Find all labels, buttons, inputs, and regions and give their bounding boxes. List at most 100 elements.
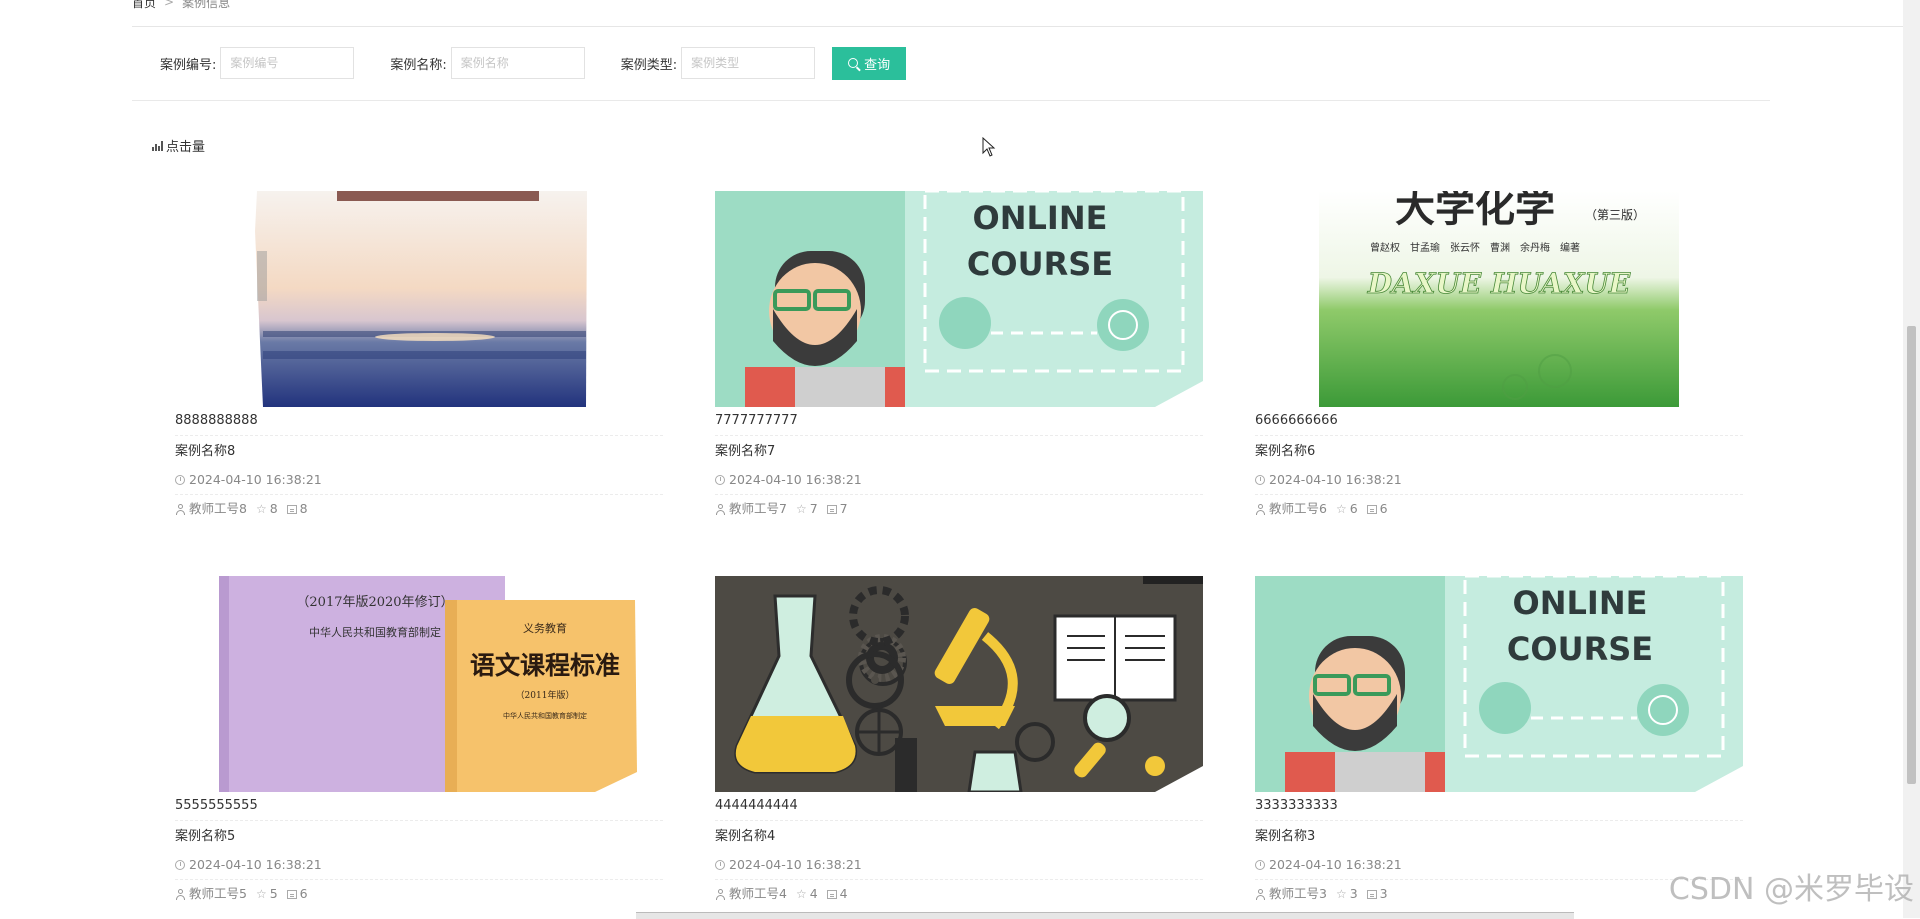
case-card[interactable]: ONLINE COURSE 3333333333 案例名称3 2024-04-1…	[1255, 576, 1743, 908]
search-icon	[848, 58, 859, 68]
svg-text:COURSE: COURSE	[1507, 630, 1653, 668]
star-icon: ☆	[255, 887, 267, 901]
svg-text:COURSE: COURSE	[967, 245, 1113, 283]
svg-text:中华人民共和国教育部制定: 中华人民共和国教育部制定	[309, 625, 441, 639]
user-icon	[175, 503, 186, 515]
svg-text:ONLINE: ONLINE	[1513, 584, 1648, 622]
vertical-scrollbar[interactable]	[1903, 0, 1920, 918]
case-code: 7777777777	[715, 407, 1203, 436]
breadcrumb-current: 案例信息	[182, 0, 231, 10]
case-stars: 6	[1349, 501, 1358, 516]
star-icon: ☆	[795, 502, 807, 516]
comment-icon	[1366, 889, 1377, 899]
comment-icon	[826, 889, 837, 899]
case-comments: 8	[299, 501, 308, 516]
case-code-input[interactable]	[220, 47, 355, 79]
case-card[interactable]: 4444444444 案例名称4 2024-04-10 16:38:21 教师工…	[715, 576, 1203, 908]
comment-icon	[826, 504, 837, 514]
svg-text:大学化学: 大学化学	[1395, 191, 1555, 231]
case-comments: 6	[299, 886, 308, 901]
case-name-label: 案例名称:	[390, 57, 447, 73]
case-image[interactable]: （2017年版2020年修订） 中华人民共和国教育部制定 义务教育 语文课程标准…	[175, 576, 663, 792]
clock-icon	[175, 475, 185, 485]
case-code-label: 案例编号:	[160, 57, 217, 73]
case-time-text: 2024-04-10 16:38:21	[189, 472, 322, 487]
case-code: 5555555555	[175, 792, 663, 821]
sort-by-clicks[interactable]: 点击量	[152, 136, 205, 155]
case-card[interactable]: （2017年版2020年修订） 中华人民共和国教育部制定 义务教育 语文课程标准…	[175, 576, 663, 908]
case-comments: 6	[1379, 501, 1388, 516]
watermark: CSDN @米罗毕设	[1668, 872, 1914, 907]
star-icon: ☆	[255, 502, 267, 516]
case-card[interactable]: 8888888888 案例名称8 2024-04-10 16:38:21 教师工…	[175, 191, 663, 523]
case-name[interactable]: 案例名称8	[175, 436, 663, 466]
comment-icon	[286, 889, 297, 899]
case-image[interactable]	[175, 191, 663, 407]
svg-text:义务教育: 义务教育	[523, 621, 567, 635]
case-code: 8888888888	[175, 407, 663, 436]
case-image[interactable]: 大学化学 （第三版） 曾赵权 甘孟瑜 张云怀 曹渊 余丹梅 编著 DAXUE H…	[1255, 191, 1743, 407]
user-icon	[175, 888, 186, 900]
case-time-text: 2024-04-10 16:38:21	[729, 472, 862, 487]
breadcrumb-separator: >	[164, 0, 175, 9]
case-name[interactable]: 案例名称4	[715, 821, 1203, 851]
user-icon	[1255, 888, 1266, 900]
case-card[interactable]: ONLINE COURSE 7777777777 案例名称7 2024-04-1…	[715, 191, 1203, 523]
case-meta: 教师工号6 ☆ 6 6	[1255, 495, 1743, 523]
case-name[interactable]: 案例名称5	[175, 821, 663, 851]
case-time: 2024-04-10 16:38:21	[715, 851, 1203, 880]
svg-text:（2011年版）: （2011年版）	[516, 689, 575, 701]
svg-text:DAXUE HUAXUE: DAXUE HUAXUE	[1367, 267, 1631, 300]
case-comments: 4	[839, 886, 848, 901]
user-icon	[1255, 503, 1266, 515]
case-teacher: 教师工号3	[1269, 886, 1327, 901]
svg-text:语文课程标准: 语文课程标准	[470, 651, 620, 680]
case-card[interactable]: 大学化学 （第三版） 曾赵权 甘孟瑜 张云怀 曹渊 余丹梅 编著 DAXUE H…	[1255, 191, 1743, 523]
header-divider	[132, 26, 1920, 27]
case-stars: 7	[809, 501, 818, 516]
case-image[interactable]	[715, 576, 1203, 792]
case-time: 2024-04-10 16:38:21	[1255, 466, 1743, 495]
sort-label: 点击量	[166, 140, 206, 155]
case-time-text: 2024-04-10 16:38:21	[729, 857, 862, 872]
case-type-input[interactable]	[681, 47, 816, 79]
case-image[interactable]: ONLINE COURSE	[1255, 576, 1743, 792]
svg-text:（2017年版2020年修订）: （2017年版2020年修订）	[296, 595, 453, 610]
case-time: 2024-04-10 16:38:21	[175, 466, 663, 495]
case-time: 2024-04-10 16:38:21	[175, 851, 663, 880]
case-meta: 教师工号4 ☆ 4 4	[715, 880, 1203, 908]
case-stars: 3	[1349, 886, 1358, 901]
svg-text:曾赵权 甘孟瑜 张云怀 曹渊 余丹梅 编著: 曾赵权 甘孟瑜 张云怀 曹渊 余丹梅 编著	[1370, 241, 1580, 254]
bar-chart-icon	[152, 140, 164, 151]
case-time-text: 2024-04-10 16:38:21	[1269, 472, 1402, 487]
case-teacher: 教师工号8	[189, 501, 247, 516]
comment-icon	[286, 504, 297, 514]
case-comments: 7	[839, 501, 848, 516]
breadcrumb: 首页 > 案例信息	[132, 0, 230, 12]
case-name[interactable]: 案例名称7	[715, 436, 1203, 466]
case-type-label: 案例类型:	[620, 57, 678, 73]
case-code: 6666666666	[1255, 407, 1743, 436]
case-name[interactable]: 案例名称6	[1255, 436, 1743, 466]
case-teacher: 教师工号6	[1269, 501, 1327, 516]
user-icon	[715, 888, 726, 900]
case-meta: 教师工号8 ☆ 8 8	[175, 495, 663, 523]
case-image[interactable]: ONLINE COURSE	[715, 191, 1203, 407]
breadcrumb-home[interactable]: 首页	[132, 0, 156, 11]
case-name[interactable]: 案例名称3	[1255, 821, 1743, 851]
scrollbar-thumb[interactable]	[1907, 326, 1916, 784]
search-button-label: 查询	[864, 57, 891, 73]
mouse-cursor-icon	[982, 137, 996, 157]
svg-text:中华人民共和国教育部制定: 中华人民共和国教育部制定	[503, 711, 587, 720]
comment-icon	[1366, 504, 1377, 514]
case-meta: 教师工号5 ☆ 5 6	[175, 880, 663, 908]
case-meta: 教师工号7 ☆ 7 7	[715, 495, 1203, 523]
search-button[interactable]: 查询	[832, 46, 907, 80]
case-teacher: 教师工号5	[189, 886, 247, 901]
case-stars: 4	[809, 886, 818, 901]
svg-text:ONLINE: ONLINE	[973, 199, 1108, 237]
search-form: 案例编号: 案例名称: 案例类型: 查询	[160, 46, 907, 80]
case-code: 4444444444	[715, 792, 1203, 821]
case-stars: 8	[269, 501, 278, 516]
case-name-input[interactable]	[450, 47, 585, 79]
